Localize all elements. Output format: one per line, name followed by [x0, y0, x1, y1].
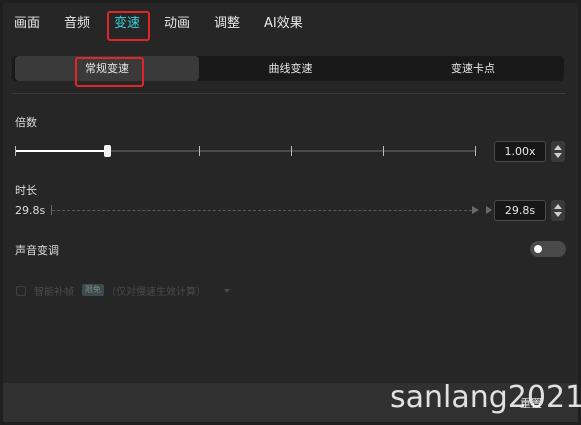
speed-value-input[interactable]: 1.00x [494, 141, 546, 162]
duration-arrow-head-icon [472, 206, 479, 214]
watermark: sanlang2021 [390, 380, 581, 415]
slider-tick [199, 146, 200, 156]
smart-fill-checkbox[interactable] [16, 286, 26, 296]
speed-slider-thumb[interactable] [104, 145, 111, 157]
speed-slider-fill [15, 150, 107, 152]
top-tab-bar: 画面 音频 变速 动画 调整 AI效果 [3, 3, 578, 47]
tab-audio[interactable]: 音频 [64, 15, 90, 33]
segment-normal-highlight-box [75, 57, 144, 87]
free-badge: 限免 [82, 284, 104, 296]
tab-animation[interactable]: 动画 [164, 15, 190, 33]
tab-adjust[interactable]: 调整 [214, 15, 240, 33]
duration-dashed-line [52, 210, 472, 211]
slider-tick [475, 146, 476, 156]
pitch-shift-toggle[interactable] [530, 241, 566, 257]
speed-stepper[interactable] [551, 141, 565, 162]
tab-picture[interactable]: 画面 [14, 15, 40, 33]
toggle-knob [534, 245, 542, 253]
smart-fill-hint: （仅对慢速生效计算） [106, 287, 206, 298]
stepper-down-icon[interactable] [554, 212, 562, 217]
slider-tick [383, 146, 384, 156]
slider-tick [15, 146, 16, 156]
pitch-shift-label: 声音变调 [15, 244, 59, 257]
stepper-up-icon[interactable] [554, 204, 562, 209]
duration-stepper[interactable] [551, 200, 565, 221]
duration-label: 时长 [15, 184, 37, 197]
section-divider [12, 93, 566, 94]
chevron-down-icon[interactable] [224, 289, 230, 293]
play-triangle-icon [486, 206, 492, 214]
segment-curve-speed[interactable]: 曲线变速 [199, 56, 382, 81]
slider-tick [291, 146, 292, 156]
duration-value-input[interactable]: 29.8s [494, 200, 546, 221]
tab-ai-effects[interactable]: AI效果 [264, 15, 303, 33]
tab-speed-highlight-box [107, 11, 150, 41]
stepper-down-icon[interactable] [554, 153, 562, 158]
smart-fill-label: 智能补帧 [34, 287, 74, 298]
original-duration: 29.8s [15, 204, 46, 217]
segment-beat-speed[interactable]: 变速卡点 [382, 56, 564, 81]
stepper-up-icon[interactable] [554, 145, 562, 150]
speed-multiplier-label: 倍数 [15, 116, 37, 129]
